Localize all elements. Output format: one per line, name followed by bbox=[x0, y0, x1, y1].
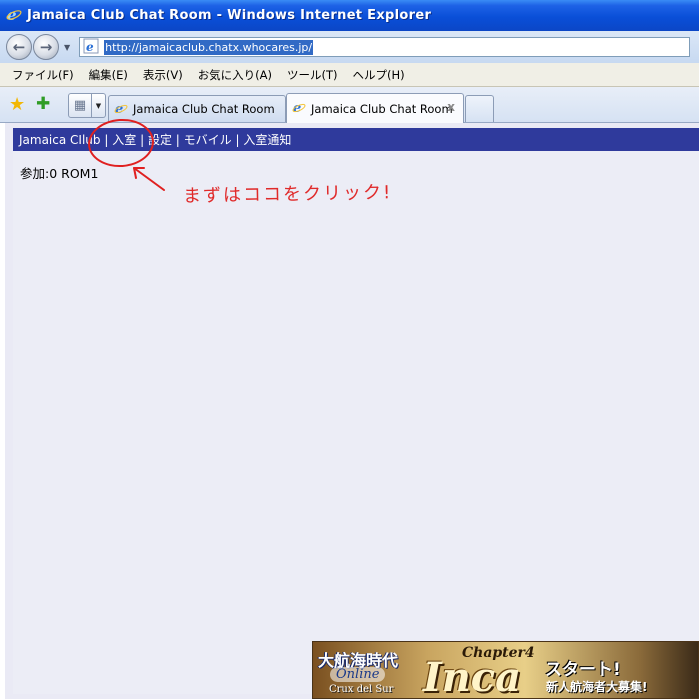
window-title: Jamaica Club Chat Room - Windows Interne… bbox=[27, 8, 432, 23]
page-viewport: Jamaica CIlub | 入室 | 設定 | モバイル | 入室通知 参加… bbox=[0, 123, 699, 699]
banner-recruit: 新人航海者大募集! bbox=[546, 680, 648, 694]
ie-page-icon: e bbox=[292, 100, 306, 117]
quick-tabs-icon: ▦ bbox=[73, 98, 87, 113]
banner-start: スタート! bbox=[545, 660, 621, 680]
participant-status: 参加:0 ROM1 bbox=[20, 166, 99, 181]
menu-edit[interactable]: 編集(E) bbox=[89, 67, 128, 83]
tab-list-dropdown[interactable]: ▼ bbox=[92, 93, 106, 118]
add-favorite-icon[interactable]: ✚ bbox=[36, 94, 50, 114]
address-bar[interactable]: e http://jamaicaclub.chatx.whocares.jp/ bbox=[79, 37, 691, 57]
banner-chapter: Chapter4 bbox=[462, 645, 535, 661]
window-title-bar: e Jamaica Club Chat Room - Windows Inter… bbox=[0, 0, 699, 31]
site-nav-mobile[interactable]: モバイル bbox=[184, 131, 232, 148]
game-banner-ad[interactable]: 大航海時代 Online Crux del Sur Inca Chapter4 … bbox=[312, 641, 699, 699]
tab-active[interactable]: e Jamaica Club Chat Room x bbox=[286, 93, 464, 123]
tab-label: Jamaica Club Chat Room bbox=[133, 102, 275, 116]
ie-page-icon: e bbox=[114, 101, 128, 118]
close-tab-icon[interactable]: x bbox=[447, 100, 455, 114]
menu-view[interactable]: 表示(V) bbox=[143, 67, 183, 83]
menu-favorites[interactable]: お気に入り(A) bbox=[198, 67, 272, 83]
menu-tools[interactable]: ツール(T) bbox=[287, 67, 338, 83]
annotation-text: まずはココをクリック! bbox=[182, 182, 393, 207]
forward-arrow-icon: → bbox=[39, 38, 53, 56]
favorites-star-icon[interactable]: ★ bbox=[9, 94, 25, 115]
page-favicon-icon: e bbox=[83, 38, 99, 57]
menu-file[interactable]: ファイル(F) bbox=[12, 67, 74, 83]
back-button[interactable]: ← bbox=[6, 34, 32, 60]
history-dropdown-icon[interactable]: ▼ bbox=[64, 43, 70, 52]
tab-label: Jamaica Club Chat Room bbox=[311, 101, 453, 116]
menu-help[interactable]: ヘルプ(H) bbox=[353, 67, 405, 83]
tab-bar: ★ ✚ ▦ ▼ e Jamaica Club Chat Room e Jamai… bbox=[0, 87, 699, 123]
address-url[interactable]: http://jamaicaclub.chatx.whocares.jp/ bbox=[104, 39, 314, 55]
annotation-arrow bbox=[133, 167, 165, 191]
new-tab-button[interactable] bbox=[465, 95, 494, 122]
back-arrow-icon: ← bbox=[12, 38, 26, 56]
ie-logo-icon: e bbox=[6, 6, 22, 26]
forward-button[interactable]: → bbox=[33, 34, 59, 60]
navigation-bar: ← → ▼ e http://jamaicaclub.chatx.whocare… bbox=[0, 31, 699, 63]
quick-tabs-button[interactable]: ▦ bbox=[68, 93, 92, 118]
tab-inactive[interactable]: e Jamaica Club Chat Room bbox=[108, 95, 286, 122]
banner-subtitle: Crux del Sur bbox=[329, 684, 394, 695]
page-content: Jamaica CIlub | 入室 | 設定 | モバイル | 入室通知 参加… bbox=[13, 128, 699, 694]
svg-text:e: e bbox=[86, 40, 94, 54]
chevron-down-icon: ▼ bbox=[95, 101, 102, 110]
menu-bar: ファイル(F) 編集(E) 表示(V) お気に入り(A) ツール(T) ヘルプ(… bbox=[0, 63, 699, 87]
banner-online: Online bbox=[330, 667, 386, 682]
site-nav-entry-notification[interactable]: 入室通知 bbox=[243, 131, 291, 148]
